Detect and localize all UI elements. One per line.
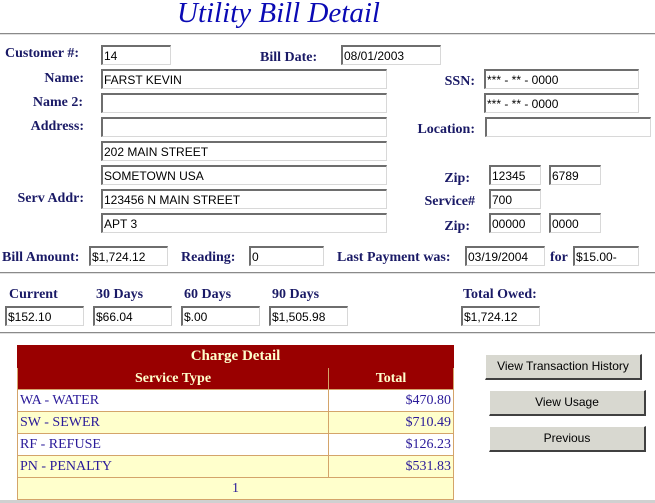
serv-addr-label: Serv Addr: xyxy=(17,191,85,206)
90-days-field[interactable]: $1,505.98 xyxy=(269,306,348,326)
bill-date-field[interactable]: 08/01/2003 xyxy=(341,45,441,65)
column-header-service-type[interactable]: Service Type xyxy=(17,367,329,390)
reading-field[interactable]: 0 xyxy=(249,246,324,266)
customer-no-label: Customer #: xyxy=(5,46,80,61)
service-type-cell: PN - PENALTY xyxy=(17,455,329,478)
name-field[interactable]: FARST KEVIN xyxy=(101,69,387,89)
location-field[interactable] xyxy=(485,117,651,137)
serv-zip-ext-field[interactable]: 0000 xyxy=(549,213,601,233)
customer-no-field[interactable]: 14 xyxy=(101,45,171,65)
zip-ext-field[interactable]: 6789 xyxy=(549,165,601,185)
bill-date-label: Bill Date: xyxy=(260,50,318,65)
table-row: PN - PENALTY $531.83 xyxy=(17,455,454,478)
charge-detail-table: Charge Detail Service Type Total WA - WA… xyxy=(17,345,454,500)
60-days-field[interactable]: $.00 xyxy=(181,306,260,326)
30-days-field[interactable]: $66.04 xyxy=(93,306,172,326)
table-row: SW - SEWER $710.49 xyxy=(17,411,454,434)
serv-zip-field[interactable]: 00000 xyxy=(489,213,541,233)
ssn-label: SSN: xyxy=(444,74,475,89)
bill-amount-field[interactable]: $1,724.12 xyxy=(89,246,168,266)
name2-field[interactable] xyxy=(101,93,387,113)
60-days-label: 60 Days xyxy=(184,287,232,302)
last-payment-amount-field[interactable]: $15.00- xyxy=(573,246,639,266)
total-cell: $531.83 xyxy=(328,455,454,478)
divider xyxy=(0,332,655,334)
ssn-field-1[interactable]: *** - ** - 0000 xyxy=(484,69,639,89)
serv-zip-label: Zip: xyxy=(444,219,470,234)
previous-button[interactable]: Previous xyxy=(489,426,646,452)
divider xyxy=(0,33,655,35)
location-label: Location: xyxy=(417,122,475,137)
service-type-cell: RF - REFUSE xyxy=(17,433,329,456)
address-line-3-field[interactable]: SOMETOWN USA xyxy=(101,165,387,185)
view-usage-button[interactable]: View Usage xyxy=(489,390,646,416)
total-owed-field[interactable]: $1,724.12 xyxy=(461,306,540,326)
pager-page-link[interactable]: 1 xyxy=(17,477,454,500)
for-label: for xyxy=(550,250,568,265)
column-header-total[interactable]: Total xyxy=(328,367,454,390)
serv-addr-line-1-field[interactable]: 123456 N MAIN STREET xyxy=(101,189,387,209)
service-no-label: Service# xyxy=(424,194,475,209)
address-label: Address: xyxy=(30,119,84,134)
name2-label: Name 2: xyxy=(32,95,83,110)
last-payment-date-field[interactable]: 03/19/2004 xyxy=(465,246,545,266)
address-line-2-field[interactable]: 202 MAIN STREET xyxy=(101,141,387,161)
table-row: RF - REFUSE $126.23 xyxy=(17,433,454,456)
view-transaction-history-button[interactable]: View Transaction History xyxy=(485,354,642,380)
zip-field[interactable]: 12345 xyxy=(489,165,541,185)
30-days-label: 30 Days xyxy=(96,287,144,302)
address-line-1-field[interactable] xyxy=(101,117,387,137)
total-owed-label: Total Owed: xyxy=(463,287,537,302)
charge-detail-caption: Charge Detail xyxy=(17,345,454,368)
table-row: WA - WATER $470.80 xyxy=(17,389,454,412)
current-label: Current xyxy=(9,287,58,302)
divider xyxy=(0,272,655,274)
service-no-field[interactable]: 700 xyxy=(489,189,541,209)
ssn-field-2[interactable]: *** - ** - 0000 xyxy=(484,93,639,113)
reading-label: Reading: xyxy=(181,250,236,265)
current-field[interactable]: $152.10 xyxy=(5,306,84,326)
total-cell: $126.23 xyxy=(328,433,454,456)
serv-addr-line-2-field[interactable]: APT 3 xyxy=(101,213,387,233)
page-title: Utility Bill Detail xyxy=(177,0,380,29)
bill-amount-label: Bill Amount: xyxy=(2,250,80,265)
total-cell: $710.49 xyxy=(328,411,454,434)
service-type-cell: WA - WATER xyxy=(17,389,329,412)
total-cell: $470.80 xyxy=(328,389,454,412)
90-days-label: 90 Days xyxy=(272,287,320,302)
last-payment-label: Last Payment was: xyxy=(337,250,451,265)
service-type-cell: SW - SEWER xyxy=(17,411,329,434)
zip-label: Zip: xyxy=(444,171,470,186)
name-label: Name: xyxy=(44,71,84,86)
